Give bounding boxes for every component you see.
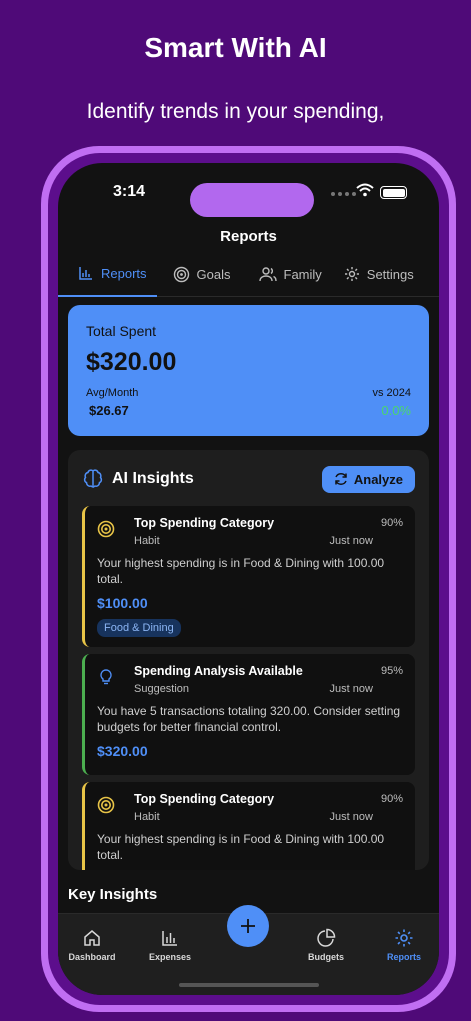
battery-icon [380, 186, 407, 199]
nav-dashboard-label: Dashboard [68, 952, 116, 962]
signal-icon [331, 192, 356, 196]
dynamic-island [190, 183, 314, 217]
nav-budgets[interactable]: Budgets [296, 928, 356, 962]
ai-insights-panel: AI Insights Analyze Top Spending Categor… [68, 450, 429, 870]
add-expense-button[interactable] [227, 905, 269, 947]
nav-reports[interactable]: Reports [374, 928, 434, 962]
bar-chart-icon [79, 267, 92, 280]
wifi-icon [356, 183, 374, 197]
insight-description: Your highest spending is in Food & Dinin… [97, 556, 385, 586]
insight-card[interactable]: Spending Analysis Available Suggestion Ju… [82, 654, 415, 775]
gear-icon [395, 929, 413, 947]
page-title: Reports [220, 228, 277, 245]
tab-goals-label: Goals [196, 266, 231, 282]
compare-label: vs 2024 [372, 387, 411, 399]
total-spent-amount: $320.00 [86, 348, 177, 376]
insight-description: Your highest spending is in Food & Dinin… [97, 832, 385, 862]
insight-confidence: 95% [380, 665, 403, 677]
home-icon [84, 930, 100, 946]
tab-goals[interactable]: Goals [157, 251, 249, 297]
target-icon [173, 266, 189, 282]
status-time: 3:14 [113, 183, 146, 200]
phone-frame: 3:14 Reports Reports Goals Family Settin… [41, 146, 456, 1012]
insight-time: Just now [329, 811, 373, 823]
avg-month-label: Avg/Month [86, 387, 139, 399]
refresh-icon [335, 473, 347, 485]
home-indicator [179, 983, 319, 987]
insight-title: Spending Analysis Available [134, 664, 303, 678]
nav-budgets-label: Budgets [308, 952, 344, 962]
app-screen: 3:14 Reports Reports Goals Family Settin… [58, 163, 439, 995]
insight-card[interactable]: Top Spending Category Habit Just now 90% … [82, 782, 415, 870]
insight-amount: $320.00 [97, 743, 148, 759]
tab-family[interactable]: Family [249, 251, 332, 297]
insight-confidence: 90% [380, 793, 403, 805]
hero-title: Smart With AI [144, 32, 327, 63]
avg-month-value: $26.67 [89, 403, 129, 418]
insight-confidence: 90% [380, 517, 403, 529]
brain-icon [83, 469, 103, 488]
tab-settings[interactable]: Settings [332, 251, 424, 297]
analyze-button[interactable]: Analyze [321, 465, 415, 493]
insight-card[interactable]: Top Spending Category Habit Just now 90% … [82, 506, 415, 647]
target-icon [97, 796, 115, 814]
gear-icon [344, 267, 359, 281]
nav-reports-label: Reports [386, 952, 421, 962]
plus-icon [241, 919, 255, 933]
insight-title: Top Spending Category [134, 792, 275, 806]
insight-title: Top Spending Category [134, 516, 275, 530]
tab-family-label: Family [283, 266, 322, 282]
insight-type: Habit [134, 535, 160, 547]
ai-insights-title: AI Insights [112, 470, 194, 487]
insight-type: Suggestion [134, 683, 190, 695]
insight-time: Just now [329, 683, 373, 695]
bar-chart-icon [162, 931, 177, 946]
insight-time: Just now [329, 535, 373, 547]
total-spent-label: Total Spent [86, 323, 157, 339]
total-spent-card: Total Spent $320.00 Avg/Month $26.67 vs … [68, 305, 429, 436]
tab-reports-label: Reports [101, 265, 147, 281]
users-icon [258, 267, 277, 282]
pie-chart-icon [317, 928, 336, 947]
target-icon [97, 520, 115, 538]
tab-reports[interactable]: Reports [58, 251, 157, 297]
analyze-label: Analyze [353, 471, 403, 487]
insight-type: Habit [134, 811, 160, 823]
compare-value: 0.0% [381, 403, 411, 418]
nav-expenses[interactable]: Expenses [140, 928, 200, 962]
nav-dashboard[interactable]: Dashboard [62, 928, 122, 962]
tab-settings-label: Settings [366, 266, 414, 282]
nav-expenses-label: Expenses [148, 952, 192, 962]
insight-description: You have 5 transactions totaling 320.00.… [97, 704, 401, 734]
category-tag[interactable]: Food & Dining [97, 619, 181, 637]
hero-subtitle: Identify trends in your spending, [86, 100, 385, 123]
insight-amount: $100.00 [97, 595, 148, 611]
key-insights-heading: Key Insights [68, 886, 158, 903]
status-bar: 3:14 [58, 163, 439, 217]
tab-bar: Reports Goals Family Settings [58, 251, 439, 297]
lightbulb-icon [100, 669, 112, 685]
